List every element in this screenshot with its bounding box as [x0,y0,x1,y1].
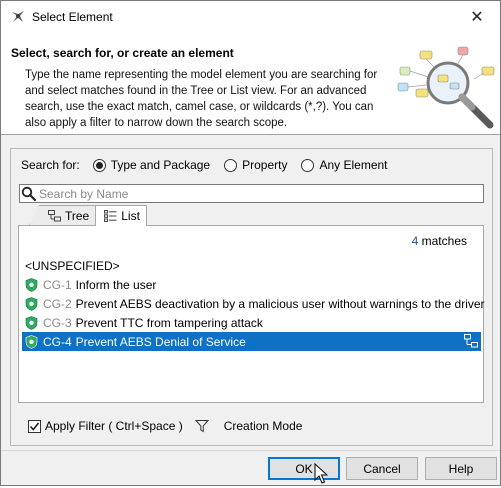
match-count-number: 4 [411,234,419,248]
radio-type-and-package[interactable]: Type and Package [92,158,211,172]
dialog-header: Select, search for, or create an element… [1,32,500,134]
list-item-text: Inform the user [75,277,157,292]
radio-unselected-icon [301,158,315,172]
list-item-cg-1[interactable]: CG-1 Inform the user [22,275,481,294]
apply-filter-label: Apply Filter ( Ctrl+Space ) [45,419,183,433]
radio-label: Property [242,158,288,172]
radio-any-element[interactable]: Any Element [301,158,388,172]
list-item-id: CG-2 [43,296,72,311]
list-item-unspecified[interactable]: <UNSPECIFIED> [22,256,481,275]
search-field[interactable] [19,184,484,203]
radio-unselected-icon [224,158,238,172]
search-icon [20,185,38,202]
shield-icon [25,296,38,311]
ok-button[interactable]: OK [268,457,340,480]
search-for-label: Search for: [21,158,80,172]
match-count-label: matches [421,234,467,248]
help-button[interactable]: Help [425,457,497,480]
window-title: Select Element [32,9,113,24]
tree-icon [48,209,61,222]
mouse-cursor-icon [314,462,329,488]
list-item-text: Prevent AEBS deactivation by a malicious… [75,296,485,311]
shield-icon [25,334,38,349]
cancel-button[interactable]: Cancel [346,457,418,480]
match-count: 4 matches [412,234,467,248]
search-input[interactable] [38,185,478,202]
close-button[interactable]: ✕ [454,1,500,32]
results-list: <UNSPECIFIED> CG-1 Inform the user CG-2 … [22,256,485,351]
radio-label: Any Element [319,158,388,172]
shield-icon [25,277,38,292]
list-item-cg-2[interactable]: CG-2 Prevent AEBS deactivation by a mali… [22,294,485,313]
title-bar: Select Element ✕ [1,1,500,32]
tab-tree[interactable]: Tree [29,205,97,225]
search-for-group: Search for: Type and Package Property An… [21,158,402,172]
app-icon [10,9,26,25]
select-element-dialog: Select Element ✕ Select, search for, or … [0,0,501,486]
view-tabs: Tree List [29,205,147,226]
tab-tree-label: Tree [65,208,90,223]
search-illustration-icon [390,37,500,133]
select-in-tree-icon[interactable] [464,334,478,351]
apply-filter-checkbox[interactable] [28,419,41,433]
header-description: Type the name representing the model ele… [25,69,378,129]
list-item-id: CG-3 [43,315,72,330]
list-item-cg-3[interactable]: CG-3 Prevent TTC from tampering attack [22,313,481,332]
header-separator [1,134,500,135]
filter-funnel-icon[interactable] [194,419,209,433]
radio-selected-icon [92,158,106,172]
list-item-text: Prevent TTC from tampering attack [75,315,263,330]
list-item-id: CG-1 [43,277,72,292]
tab-list-label: List [121,209,140,223]
checkmark-icon [29,422,40,431]
header-heading: Select, search for, or create an element [11,46,234,60]
radio-label: Type and Package [110,158,211,172]
creation-mode-button[interactable]: Creation Mode [224,419,303,433]
list-item-cg-4[interactable]: CG-4 Prevent AEBS Denial of Service [22,332,481,351]
list-item-text: Prevent AEBS Denial of Service [75,334,246,349]
list-icon [104,210,117,222]
footer-separator [1,450,500,451]
shield-icon [25,315,38,330]
list-item-id: CG-4 [43,334,72,349]
list-item-text: <UNSPECIFIED> [25,258,120,273]
radio-property[interactable]: Property [224,158,287,172]
tab-list[interactable]: List [95,205,147,226]
filter-bar: Apply Filter ( Ctrl+Space ) Creation Mod… [28,419,302,433]
close-icon: ✕ [470,8,484,26]
results-list-frame: 4 matches <UNSPECIFIED> CG-1 Inform the … [18,225,485,403]
